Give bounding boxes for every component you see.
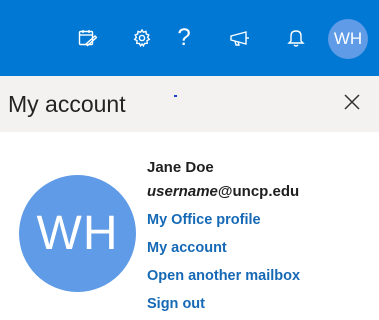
email-domain: @uncp.edu (217, 183, 300, 200)
megaphone-icon[interactable] (226, 20, 254, 56)
help-icon[interactable]: ? (170, 20, 198, 56)
profile-avatar-initials: WH (36, 207, 119, 260)
top-navigation-bar: ? WH (0, 0, 379, 76)
account-panel-header: My account (0, 76, 379, 132)
bell-icon[interactable] (282, 20, 310, 56)
user-name: Jane Doe (147, 159, 214, 176)
account-avatar-button[interactable]: WH (328, 19, 368, 59)
my-office-profile-link[interactable]: My Office profile (147, 212, 261, 228)
my-day-icon[interactable] (73, 20, 101, 56)
gear-icon[interactable] (128, 20, 156, 56)
email-username: username (147, 183, 218, 200)
profile-avatar: WH (19, 175, 136, 292)
panel-title: My account (8, 91, 126, 117)
avatar-initials: WH (333, 29, 363, 48)
decorative-dot (174, 95, 177, 97)
sign-out-link[interactable]: Sign out (147, 296, 205, 312)
close-icon[interactable] (340, 90, 364, 114)
my-account-link[interactable]: My account (147, 240, 227, 256)
help-glyph: ? (177, 24, 191, 51)
user-email: username@uncp.edu (147, 183, 299, 200)
open-another-mailbox-link[interactable]: Open another mailbox (147, 268, 300, 284)
